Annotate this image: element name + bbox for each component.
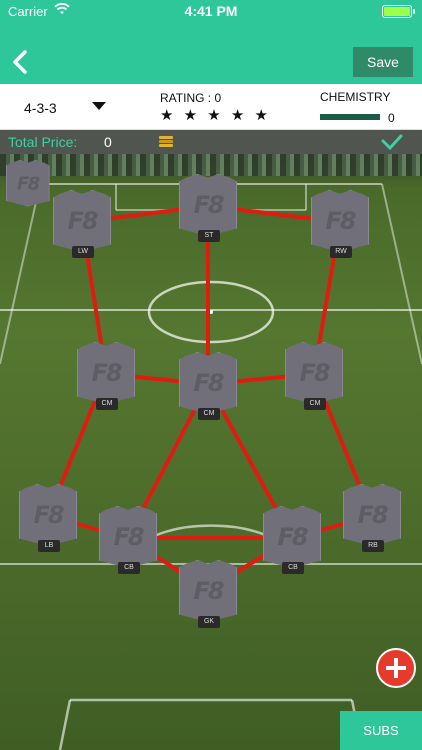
status-bar: Carrier 4:41 PM — [0, 0, 422, 22]
plus-icon — [386, 658, 406, 678]
card-logo: F8 — [277, 523, 308, 551]
rating-stars: ★ ★ ★ ★ ★ — [160, 107, 271, 124]
player-card-cb-right[interactable]: F8 CB — [263, 506, 321, 574]
subs-button[interactable]: SUBS — [340, 711, 422, 750]
position-badge: CB — [282, 562, 304, 574]
card-logo: F8 — [113, 523, 144, 551]
player-card-cm-center[interactable]: F8 CM — [179, 352, 237, 420]
battery-icon — [382, 5, 415, 18]
chemistry-label: CHEMISTRY — [320, 90, 391, 104]
position-badge: CM — [96, 398, 118, 410]
player-card-gk[interactable]: F8 GK — [179, 560, 237, 628]
card-logo: F8 — [67, 207, 98, 235]
player-card-lw[interactable]: F8 LW — [53, 190, 111, 258]
player-card-rw[interactable]: F8 RW — [311, 190, 369, 258]
price-bar: Total Price: 0 — [0, 130, 422, 154]
player-card-cm-right[interactable]: F8 CM — [285, 342, 343, 410]
position-badge: CB — [118, 562, 140, 574]
card-logo: F8 — [91, 359, 122, 387]
player-card-cb-left[interactable]: F8 CB — [99, 506, 157, 574]
squad-info-bar: 4-3-3 RATING : 0 ★ ★ ★ ★ ★ CHEMISTRY 0 — [0, 84, 422, 130]
chemistry-value: 0 — [388, 111, 395, 125]
rating-label: RATING : 0 — [160, 91, 222, 105]
manager-card[interactable]: F8 — [6, 160, 50, 210]
coins-icon — [159, 136, 173, 147]
position-badge: LB — [38, 540, 60, 552]
card-logo: F8 — [325, 207, 356, 235]
add-player-button[interactable] — [376, 648, 416, 688]
position-badge: LW — [72, 246, 94, 258]
player-card-st[interactable]: F8 ST — [179, 174, 237, 242]
position-badge: RW — [330, 246, 352, 258]
save-button[interactable]: Save — [353, 47, 413, 77]
position-badge: CM — [198, 408, 220, 420]
card-logo: F8 — [33, 501, 64, 529]
dropdown-arrow-icon[interactable] — [92, 102, 106, 110]
player-card-cm-left[interactable]: F8 CM — [77, 342, 135, 410]
position-badge: CM — [304, 398, 326, 410]
back-arrow-icon[interactable] — [8, 48, 32, 76]
total-price-value: 0 — [104, 134, 112, 150]
status-time: 4:41 PM — [184, 3, 238, 19]
position-badge: RB — [362, 540, 384, 552]
formation-select[interactable]: 4-3-3 — [24, 100, 57, 116]
player-card-lb[interactable]: F8 LB — [19, 484, 77, 552]
player-card-rb[interactable]: F8 RB — [343, 484, 401, 552]
card-logo: F8 — [16, 172, 40, 194]
card-logo: F8 — [299, 359, 330, 387]
card-logo: F8 — [357, 501, 388, 529]
top-bar: Carrier 4:41 PM Save — [0, 0, 422, 84]
position-badge: GK — [198, 616, 220, 628]
chemistry-bar — [320, 114, 380, 120]
position-badge: ST — [198, 230, 220, 242]
total-price-label: Total Price: — [8, 134, 78, 150]
checkmark-icon[interactable] — [380, 132, 404, 152]
card-logo: F8 — [193, 369, 224, 397]
card-logo: F8 — [193, 577, 224, 605]
card-logo: F8 — [193, 191, 224, 219]
pitch: F8 F8 LW F8 ST F8 RW F8 CM F8 CM F8 CM F… — [0, 154, 422, 750]
